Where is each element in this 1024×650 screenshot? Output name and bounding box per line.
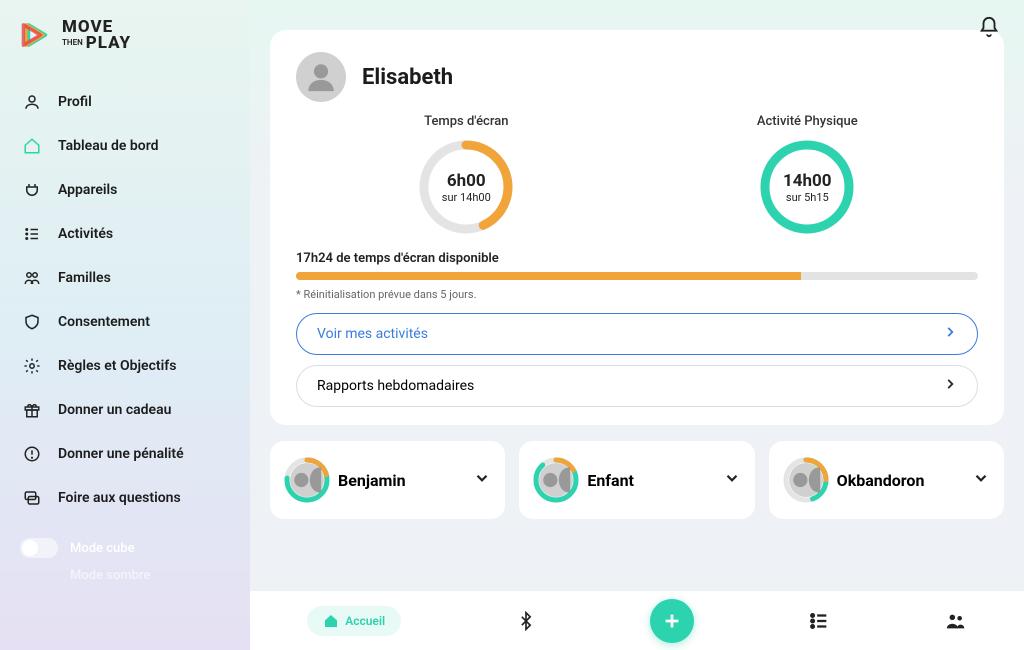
- toggle-dark-mode[interactable]: Mode sombre: [0, 568, 250, 593]
- main-area: Elisabeth Temps d'écran 6h00 sur 14h00 A…: [250, 0, 1024, 650]
- home-icon: [22, 136, 42, 156]
- sidebar: MOVE THENPLAY Profil Tableau de bord App…: [0, 0, 250, 650]
- gauge-value: 14h00: [783, 171, 832, 191]
- child-card[interactable]: Enfant: [519, 441, 754, 519]
- child-ring: [284, 457, 330, 503]
- avatar-placeholder-icon: [539, 463, 573, 497]
- avatar-placeholder-icon: [290, 463, 324, 497]
- bluetooth-icon: [516, 611, 536, 631]
- logo: MOVE THENPLAY: [0, 18, 250, 72]
- child-name: Benjamin: [338, 471, 465, 490]
- sidebar-item-label: Foire aux questions: [58, 490, 181, 506]
- action-label: Rapports hebdomadaires: [317, 378, 474, 394]
- chevron-down-icon: [723, 469, 741, 491]
- home-icon: [323, 613, 339, 629]
- sidebar-item-label: Donner une pénalité: [58, 446, 184, 462]
- sidebar-item-faq[interactable]: Foire aux questions: [0, 476, 250, 520]
- sidebar-item-label: Consentement: [58, 314, 150, 330]
- sidebar-item-dashboard[interactable]: Tableau de bord: [0, 124, 250, 168]
- toggle-label: Mode cube: [70, 541, 135, 556]
- logo-mark-icon: [20, 18, 54, 52]
- avatar-placeholder-icon: [789, 463, 823, 497]
- list-icon: [22, 224, 42, 244]
- shield-icon: [22, 312, 42, 332]
- child-card[interactable]: Okbandoron: [769, 441, 1004, 519]
- avatar: [296, 52, 346, 102]
- available-time-text: 17h24 de temps d'écran disponible: [296, 251, 978, 266]
- sidebar-item-consent[interactable]: Consentement: [0, 300, 250, 344]
- gauge-title: Activité Physique: [757, 114, 858, 129]
- bell-icon: [978, 16, 1000, 38]
- families-icon: [22, 268, 42, 288]
- sidebar-item-label: Appareils: [58, 182, 117, 198]
- warning-icon: [22, 444, 42, 464]
- nav-people-button[interactable]: [945, 610, 967, 632]
- gear-icon: [22, 356, 42, 376]
- toggle-switch[interactable]: [20, 538, 58, 558]
- children-row: Benjamin Enfant Okbandoron: [270, 441, 1004, 519]
- chevron-right-icon: [943, 377, 957, 395]
- sidebar-nav: Profil Tableau de bord Appareils Activit…: [0, 72, 250, 528]
- logo-text-line2: PLAY: [86, 35, 131, 51]
- chevron-down-icon: [972, 469, 990, 491]
- list-icon: [808, 610, 830, 632]
- gauge-value: 6h00: [447, 171, 486, 191]
- logo-then: THEN: [62, 39, 83, 47]
- nav-add-button[interactable]: [650, 599, 694, 643]
- username: Elisabeth: [362, 65, 453, 90]
- gauge-physical-activity: Activité Physique 14h00 sur 5h15: [757, 114, 858, 237]
- plus-icon: [661, 610, 683, 632]
- sidebar-item-label: Tableau de bord: [58, 138, 159, 154]
- reset-note: * Réinitialisation prévue dans 5 jours.: [296, 288, 978, 301]
- user-icon: [22, 92, 42, 112]
- view-activities-button[interactable]: Voir mes activités: [296, 313, 978, 355]
- nav-list-button[interactable]: [808, 610, 830, 632]
- child-ring: [783, 457, 829, 503]
- chevron-right-icon: [943, 325, 957, 343]
- bottom-nav: Accueil: [250, 590, 1024, 650]
- gauge-title: Temps d'écran: [424, 114, 508, 129]
- gauge-sub: sur 5h15: [786, 191, 829, 204]
- sidebar-item-families[interactable]: Familles: [0, 256, 250, 300]
- profile-card: Elisabeth Temps d'écran 6h00 sur 14h00 A…: [270, 30, 1004, 425]
- sidebar-item-label: Familles: [58, 270, 111, 286]
- sidebar-item-rules[interactable]: Règles et Objectifs: [0, 344, 250, 388]
- gauge-sub: sur 14h00: [442, 191, 491, 204]
- gift-icon: [22, 400, 42, 420]
- child-name: Okbandoron: [837, 471, 964, 490]
- plug-icon: [22, 180, 42, 200]
- sidebar-item-devices[interactable]: Appareils: [0, 168, 250, 212]
- gauge-screen-time: Temps d'écran 6h00 sur 14h00: [416, 114, 516, 237]
- toggle-cube-mode[interactable]: Mode cube: [0, 528, 250, 568]
- toggle-label: Mode sombre: [70, 568, 150, 583]
- sidebar-item-activities[interactable]: Activités: [0, 212, 250, 256]
- weekly-reports-button[interactable]: Rapports hebdomadaires: [296, 365, 978, 407]
- sidebar-item-label: Règles et Objectifs: [58, 358, 176, 374]
- chevron-down-icon: [473, 469, 491, 491]
- sidebar-item-profil[interactable]: Profil: [0, 80, 250, 124]
- sidebar-item-label: Activités: [58, 226, 113, 242]
- people-icon: [945, 610, 967, 632]
- child-card[interactable]: Benjamin: [270, 441, 505, 519]
- sidebar-item-penalty[interactable]: Donner une pénalité: [0, 432, 250, 476]
- chat-icon: [22, 488, 42, 508]
- action-label: Voir mes activités: [317, 326, 428, 342]
- nav-home-button[interactable]: Accueil: [307, 606, 401, 636]
- child-name: Enfant: [587, 471, 714, 490]
- avatar-placeholder-icon: [304, 60, 338, 94]
- progress-bar: [296, 272, 978, 280]
- sidebar-item-label: Profil: [58, 94, 92, 110]
- nav-home-label: Accueil: [345, 614, 385, 628]
- sidebar-item-gift[interactable]: Donner un cadeau: [0, 388, 250, 432]
- nav-bluetooth-button[interactable]: [516, 611, 536, 631]
- sidebar-item-label: Donner un cadeau: [58, 402, 171, 418]
- notifications-button[interactable]: [978, 16, 1000, 42]
- child-ring: [533, 457, 579, 503]
- available-time-row: 17h24 de temps d'écran disponible * Réin…: [296, 251, 978, 301]
